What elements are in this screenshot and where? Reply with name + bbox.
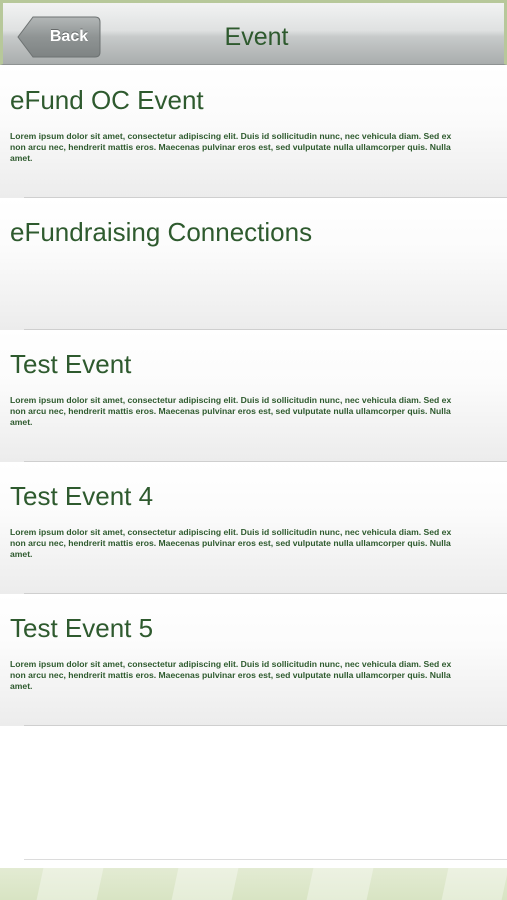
event-title: Test Event 4 bbox=[10, 481, 154, 511]
event-list: eFund OC Event Lorem ipsum dolor sit ame… bbox=[0, 66, 507, 726]
back-button[interactable]: Back bbox=[17, 16, 101, 58]
divider bbox=[24, 859, 507, 860]
footer-stripe bbox=[36, 868, 104, 900]
event-title: Test Event 5 bbox=[10, 613, 154, 643]
footer-stripe bbox=[171, 868, 239, 900]
navigation-bar: Back Event bbox=[0, 0, 507, 65]
list-item[interactable]: eFund OC Event Lorem ipsum dolor sit ame… bbox=[0, 66, 507, 198]
footer-stripe bbox=[306, 868, 374, 900]
event-description: Lorem ipsum dolor sit amet, consectetur … bbox=[10, 131, 452, 163]
event-description: Lorem ipsum dolor sit amet, consectetur … bbox=[10, 659, 452, 691]
event-title: Test Event bbox=[10, 349, 132, 379]
list-item[interactable]: Test Event 4 Lorem ipsum dolor sit amet,… bbox=[0, 462, 507, 594]
footer-bar bbox=[0, 868, 507, 900]
event-description: Lorem ipsum dolor sit amet, consectetur … bbox=[10, 527, 452, 559]
event-title: eFund OC Event bbox=[10, 85, 204, 115]
back-button-label: Back bbox=[49, 28, 89, 45]
footer-stripe bbox=[441, 868, 507, 900]
event-title: eFundraising Connections bbox=[10, 217, 313, 247]
list-item[interactable]: Test Event Lorem ipsum dolor sit amet, c… bbox=[0, 330, 507, 462]
list-item[interactable]: Test Event 5 Lorem ipsum dolor sit amet,… bbox=[0, 594, 507, 726]
event-description: Lorem ipsum dolor sit amet, consectetur … bbox=[10, 395, 452, 427]
list-item[interactable]: eFundraising Connections bbox=[0, 198, 507, 330]
